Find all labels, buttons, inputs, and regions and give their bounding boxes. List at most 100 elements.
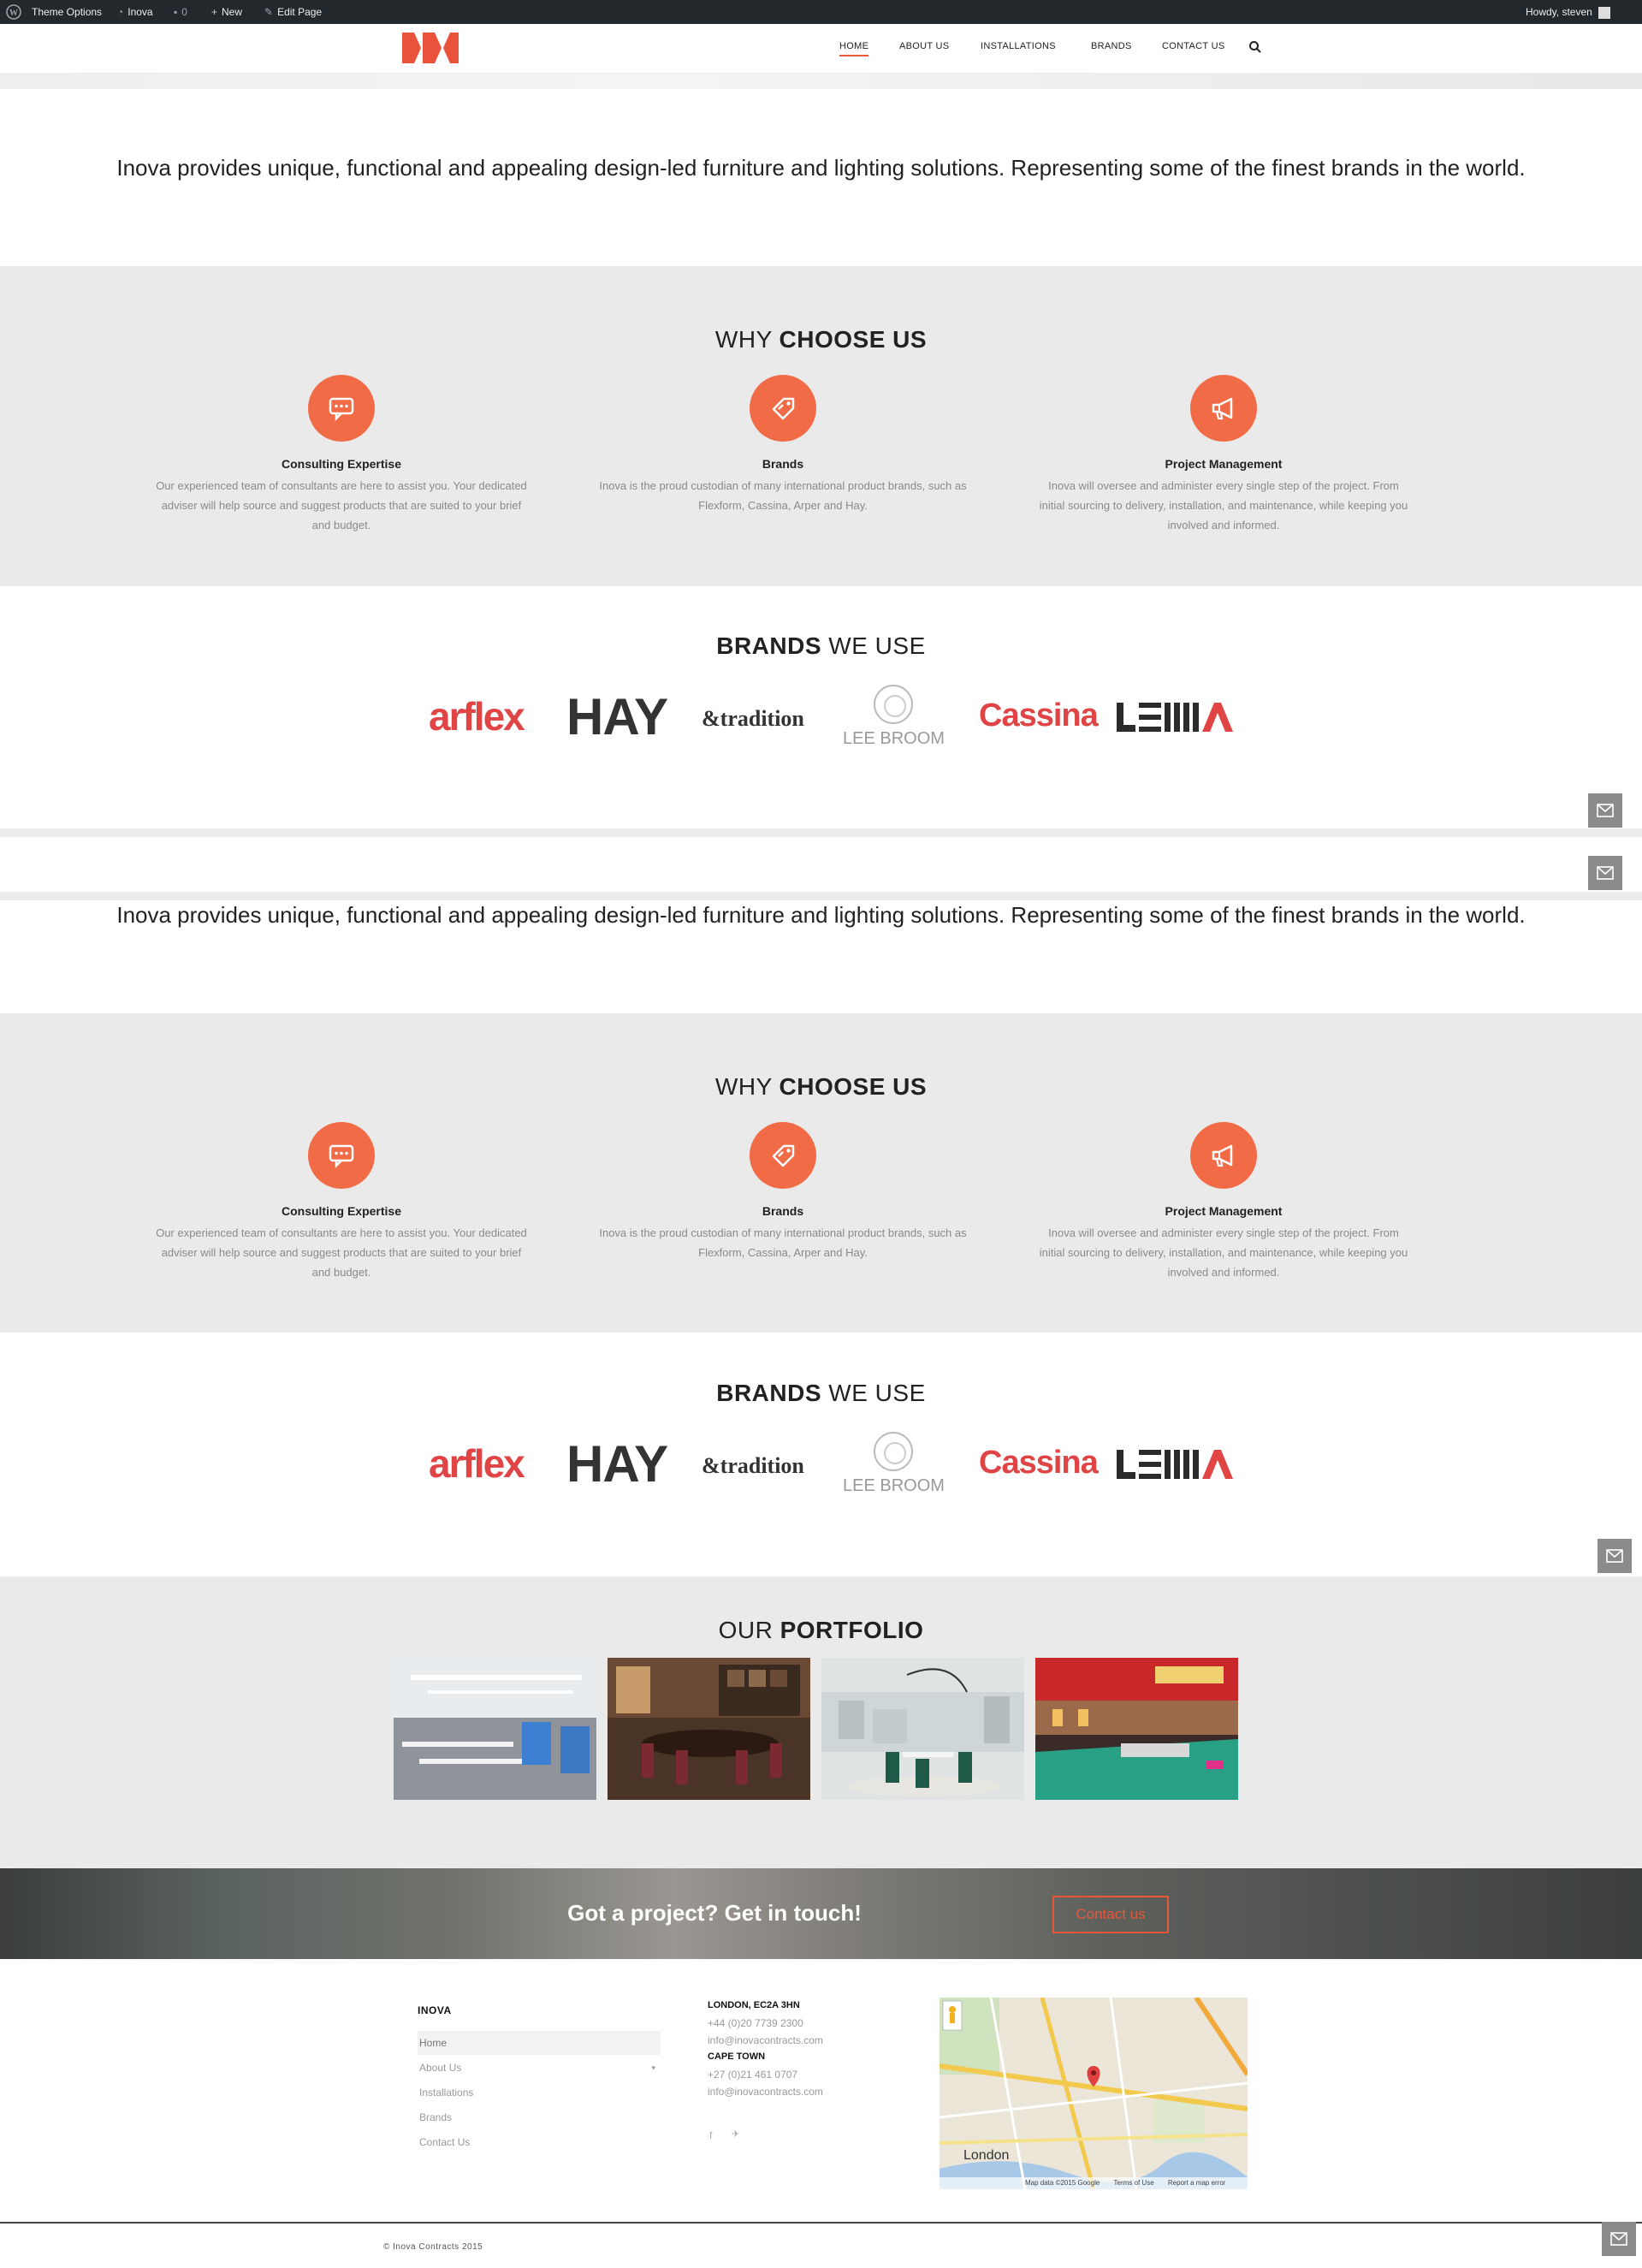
nav-contact-us[interactable]: CONTACT US bbox=[1162, 24, 1225, 74]
brand-logo-lema[interactable] bbox=[1117, 703, 1233, 732]
map-report-link[interactable]: Report a map error bbox=[1168, 2179, 1226, 2187]
office-capetown-title: CAPE TOWN bbox=[708, 2051, 766, 2062]
office-london-email[interactable]: info@inovacontracts.com bbox=[708, 2034, 823, 2046]
office-capetown-phone[interactable]: +27 (0)21 461 0707 bbox=[708, 2069, 797, 2081]
footer-menu-brands[interactable]: Brands bbox=[418, 2105, 661, 2129]
footer-menu-label: About Us bbox=[419, 2062, 462, 2074]
brand-logo-tradition[interactable]: &tradition bbox=[702, 1453, 804, 1479]
dashboard-icon: ◔ bbox=[117, 6, 124, 18]
feature-title: Project Management bbox=[1165, 1204, 1283, 1218]
chevron-down-icon: ▾ bbox=[651, 2063, 655, 2072]
chat-bubble-icon bbox=[308, 375, 375, 442]
brand-logo-tradition[interactable]: &tradition bbox=[702, 706, 804, 732]
footer-menu-contact-us[interactable]: Contact Us bbox=[418, 2130, 661, 2154]
nav-installations[interactable]: INSTALLATIONS bbox=[981, 24, 1056, 74]
nav-brands[interactable]: BRANDS bbox=[1091, 24, 1132, 74]
mail-icon bbox=[1597, 804, 1614, 817]
feature-desc: Our experienced team of consultants are … bbox=[156, 479, 527, 531]
lee-broom-wordmark: LEE BROOM bbox=[843, 729, 945, 748]
hero-slider-strip bbox=[0, 74, 1642, 89]
footer-divider bbox=[0, 2222, 1642, 2223]
inova-logo[interactable] bbox=[402, 31, 459, 65]
feature-desc: Inova will oversee and administer every … bbox=[1039, 1226, 1408, 1279]
feature-desc: Inova will oversee and administer every … bbox=[1039, 479, 1408, 531]
brand-logo-arflex[interactable]: arflex bbox=[429, 693, 525, 739]
feature-title: Project Management bbox=[1165, 457, 1283, 471]
feature-title: Brands bbox=[762, 1204, 804, 1218]
feature-desc: Inova is the proud custodian of many int… bbox=[599, 1226, 967, 1259]
account-menu[interactable]: Howdy, steven bbox=[1526, 0, 1611, 24]
site-name-label: Inova bbox=[127, 6, 153, 18]
brands-title: BRANDS WE USE bbox=[0, 632, 1642, 660]
location-map[interactable]: London Map data ©2015 Google Terms of Us… bbox=[940, 1998, 1248, 2189]
title-bold: CHOOSE US bbox=[779, 326, 928, 353]
brand-logo-hay[interactable]: HAY bbox=[566, 687, 668, 746]
chat-bubble-icon bbox=[308, 1122, 375, 1189]
howdy-label: Howdy, steven bbox=[1526, 6, 1592, 18]
contact-mail-button[interactable] bbox=[1602, 2222, 1636, 2256]
new-label: New bbox=[222, 6, 243, 18]
office-london-title: LONDON, EC2A 3HN bbox=[708, 2000, 800, 2010]
copyright-text: © Inova Contracts 2015 bbox=[383, 2242, 483, 2252]
search-icon[interactable] bbox=[1248, 40, 1262, 54]
comment-icon: ▪ bbox=[174, 6, 178, 18]
why-choose-us-title: WHY CHOOSE US bbox=[0, 326, 1642, 353]
feature-consulting: Consulting Expertise Our experienced tea… bbox=[145, 375, 538, 535]
map-city-label: London bbox=[963, 2148, 1010, 2163]
map-terms-link[interactable]: Terms of Use bbox=[1114, 2179, 1154, 2187]
office-london-phone[interactable]: +44 (0)20 7739 2300 bbox=[708, 2017, 803, 2029]
twitter-icon[interactable]: ✈ bbox=[732, 2128, 739, 2140]
section-divider bbox=[0, 892, 1642, 900]
lee-broom-wordmark: LEE BROOM bbox=[843, 1476, 945, 1495]
nav-about-us[interactable]: ABOUT US bbox=[899, 24, 949, 74]
mail-icon bbox=[1606, 1549, 1623, 1563]
contact-mail-button[interactable] bbox=[1588, 793, 1622, 828]
edit-page-label: Edit Page bbox=[277, 6, 323, 18]
title-light: OUR bbox=[718, 1617, 774, 1643]
brand-logo-lema[interactable] bbox=[1117, 1450, 1233, 1479]
portfolio-item-penthouse[interactable] bbox=[821, 1658, 1024, 1800]
facebook-icon[interactable]: f bbox=[709, 2129, 712, 2141]
portfolio-item-office[interactable] bbox=[394, 1658, 596, 1800]
intro-text: Inova provides unique, functional and ap… bbox=[116, 902, 1526, 928]
site-name-link[interactable]: ◔ Inova bbox=[117, 0, 153, 24]
contact-mail-button[interactable] bbox=[1598, 1539, 1632, 1573]
megaphone-icon bbox=[1190, 375, 1257, 442]
brand-logo-arflex[interactable]: arflex bbox=[429, 1440, 525, 1487]
feature-desc: Our experienced team of consultants are … bbox=[156, 1226, 527, 1279]
comments-link[interactable]: ▪ 0 bbox=[174, 0, 187, 24]
contact-us-button[interactable]: Contact us bbox=[1052, 1896, 1169, 1933]
tag-icon bbox=[750, 1122, 816, 1189]
feature-project-management: Project Management Inova will oversee an… bbox=[1027, 1122, 1420, 1282]
footer-menu-home[interactable]: Home bbox=[418, 2031, 661, 2055]
pencil-icon: ✎ bbox=[264, 6, 274, 18]
edit-page-link[interactable]: ✎ Edit Page bbox=[264, 0, 322, 24]
brand-logo-cassina[interactable]: Cassina bbox=[979, 698, 1099, 734]
portfolio-item-dining-room[interactable] bbox=[608, 1658, 810, 1800]
map-attribution-bar: Map data ©2015 Google Terms of Use Repor… bbox=[940, 2177, 1248, 2189]
feature-consulting: Consulting Expertise Our experienced tea… bbox=[145, 1122, 538, 1282]
footer-menu-about-us[interactable]: About Us ▾ bbox=[418, 2056, 661, 2080]
brand-logo-lee-broom[interactable]: LEE BROOM bbox=[843, 1432, 945, 1496]
new-content-link[interactable]: + New bbox=[211, 0, 242, 24]
theme-options-link[interactable]: Theme Options bbox=[32, 0, 102, 24]
why-choose-us-title: WHY CHOOSE US bbox=[0, 1073, 1642, 1101]
feature-title: Consulting Expertise bbox=[281, 457, 402, 471]
brands-title: BRANDS WE USE bbox=[0, 1380, 1642, 1407]
map-attribution: Map data ©2015 Google bbox=[1025, 2179, 1100, 2187]
lee-broom-emblem bbox=[874, 1432, 914, 1471]
tag-icon bbox=[750, 375, 816, 442]
nav-home[interactable]: HOME bbox=[839, 24, 869, 74]
portfolio-title: OUR PORTFOLIO bbox=[0, 1617, 1642, 1644]
brand-logo-hay[interactable]: HAY bbox=[566, 1434, 668, 1493]
footer-menu-installations[interactable]: Installations bbox=[418, 2081, 661, 2105]
portfolio-item-restaurant[interactable] bbox=[1035, 1658, 1238, 1800]
wordpress-logo-icon[interactable]: W bbox=[6, 0, 21, 24]
brand-logo-lee-broom[interactable]: LEE BROOM bbox=[843, 685, 945, 749]
plus-icon: + bbox=[211, 6, 218, 18]
office-capetown-email[interactable]: info@inovacontracts.com bbox=[708, 2086, 823, 2098]
contact-mail-button[interactable] bbox=[1588, 856, 1622, 890]
brand-logo-cassina[interactable]: Cassina bbox=[979, 1445, 1099, 1481]
title-light: WHY bbox=[714, 1073, 773, 1100]
site-header: HOME ABOUT US INSTALLATIONS BRANDS CONTA… bbox=[0, 24, 1642, 74]
